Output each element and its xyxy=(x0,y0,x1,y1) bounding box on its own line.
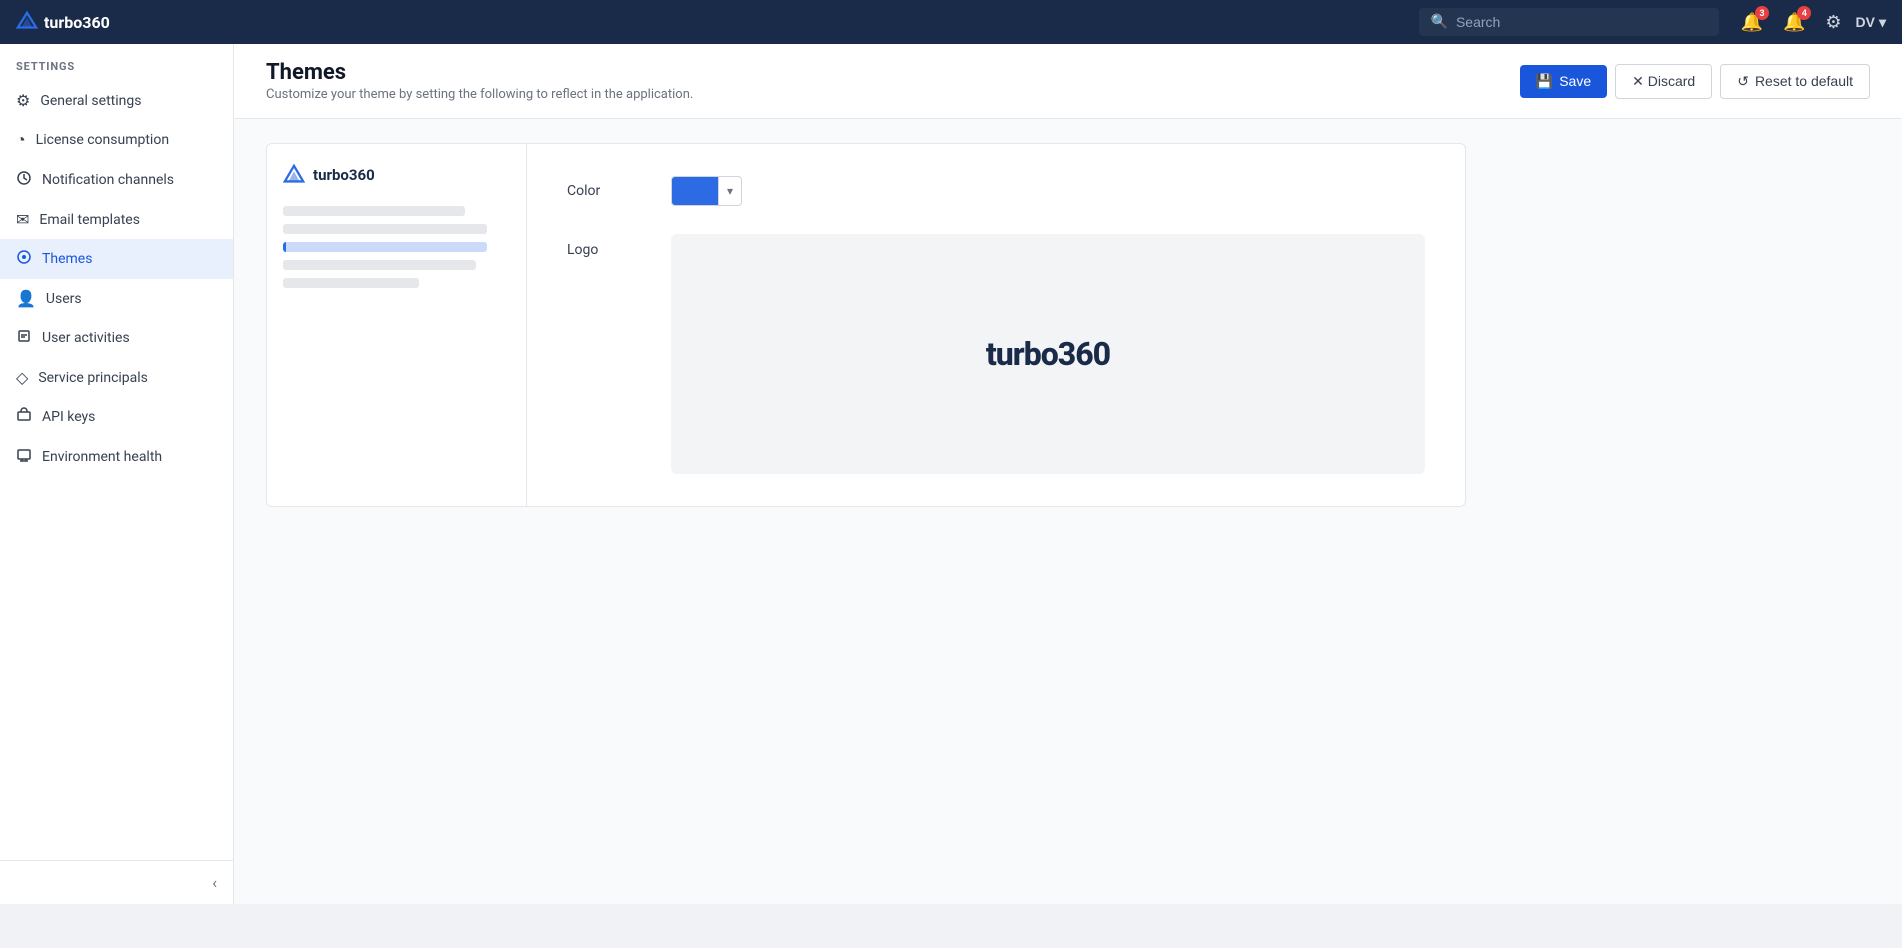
license-icon: ◔ xyxy=(16,130,26,150)
sidebar-item-label: Email templates xyxy=(39,212,140,228)
page-header: Themes Customize your theme by setting t… xyxy=(234,44,1902,119)
preview-logo-icon xyxy=(283,164,305,186)
preview-bar-4 xyxy=(283,278,419,288)
sidebar-item-label: Notification channels xyxy=(42,172,174,188)
preview-logo-row: turbo360 xyxy=(283,164,510,186)
color-label: Color xyxy=(567,183,647,199)
reset-icon: ↺ xyxy=(1737,73,1749,90)
alerts-badge: 4 xyxy=(1797,6,1811,20)
notifications-badge: 3 xyxy=(1755,6,1769,20)
theme-preview-panel: turbo360 xyxy=(267,144,527,506)
theme-settings-panel: Color ▾ Logo turbo360 xyxy=(527,144,1465,506)
user-menu-button[interactable]: DV ▾ xyxy=(1856,14,1886,31)
preview-bar-2 xyxy=(283,224,487,234)
sidebar-item-label: Themes xyxy=(42,251,92,267)
environment-health-icon xyxy=(16,447,32,467)
notification-channels-icon xyxy=(16,170,32,190)
user-activities-icon xyxy=(16,328,32,348)
themes-icon xyxy=(16,249,32,269)
logo-label: Logo xyxy=(567,234,647,258)
sidebar-item-label: License consumption xyxy=(36,132,169,148)
logo-preview-text: turbo360 xyxy=(986,335,1110,373)
main-content: Themes Customize your theme by setting t… xyxy=(234,44,1902,904)
sidebar-item-user-activities[interactable]: User activities xyxy=(0,318,233,358)
discard-button[interactable]: ✕ Discard xyxy=(1615,64,1712,99)
discard-label: ✕ Discard xyxy=(1632,73,1695,90)
sidebar-collapse-button[interactable]: ‹ xyxy=(0,860,233,904)
color-dropdown-button[interactable]: ▾ xyxy=(719,176,742,206)
header-actions: 💾 Save ✕ Discard ↺ Reset to default xyxy=(1520,64,1870,99)
page-header-text: Themes Customize your theme by setting t… xyxy=(266,60,693,102)
topnav: turbo360 🔍 🔔 3 🔔 4 ⚙ DV ▾ xyxy=(0,0,1902,44)
reset-button[interactable]: ↺ Reset to default xyxy=(1720,64,1870,99)
preview-brand-name: turbo360 xyxy=(313,166,375,184)
save-label: Save xyxy=(1559,73,1591,89)
brand-logo: turbo360 xyxy=(16,11,110,33)
email-templates-icon: ✉ xyxy=(16,210,29,229)
sidebar-item-api-keys[interactable]: API keys xyxy=(0,397,233,437)
logo-upload-area[interactable]: turbo360 xyxy=(671,234,1425,474)
logo-field-row: Logo turbo360 xyxy=(567,234,1425,474)
sidebar-item-environment-health[interactable]: Environment health xyxy=(0,437,233,477)
save-icon: 💾 xyxy=(1536,73,1553,90)
search-icon: 🔍 xyxy=(1431,14,1448,30)
color-swatch[interactable] xyxy=(671,176,719,206)
save-button[interactable]: 💾 Save xyxy=(1520,65,1607,98)
notifications-button[interactable]: 🔔 3 xyxy=(1735,6,1769,39)
alerts-button[interactable]: 🔔 4 xyxy=(1777,6,1811,39)
search-box: 🔍 xyxy=(1419,8,1719,36)
sidebar-item-general-settings[interactable]: ⚙ General settings xyxy=(0,81,233,120)
sidebar: SETTINGS ⚙ General settings ◔ License co… xyxy=(0,44,234,904)
color-picker[interactable]: ▾ xyxy=(671,176,742,206)
users-icon: 👤 xyxy=(16,289,36,308)
sidebar-item-label: Users xyxy=(46,291,82,307)
brand-name: turbo360 xyxy=(44,13,110,32)
sidebar-item-license-consumption[interactable]: ◔ License consumption xyxy=(0,120,233,160)
sidebar-item-label: User activities xyxy=(42,330,130,346)
user-initials: DV xyxy=(1856,14,1875,30)
preview-bar-1 xyxy=(283,206,465,216)
topnav-actions: 🔔 3 🔔 4 ⚙ DV ▾ xyxy=(1735,6,1886,39)
sidebar-item-label: Environment health xyxy=(42,449,162,465)
sidebar-item-service-principals[interactable]: ◇ Service principals xyxy=(0,358,233,397)
preview-bar-3 xyxy=(283,260,476,270)
brand-icon xyxy=(16,11,38,33)
themes-content: turbo360 Color xyxy=(234,119,1902,531)
sidebar-item-label: API keys xyxy=(42,409,95,425)
page-subtitle: Customize your theme by setting the foll… xyxy=(266,87,693,102)
reset-label: Reset to default xyxy=(1755,73,1853,89)
collapse-icon: ‹ xyxy=(212,873,217,892)
sidebar-item-label: General settings xyxy=(40,93,141,109)
service-principals-icon: ◇ xyxy=(16,368,28,387)
api-keys-icon xyxy=(16,407,32,427)
preview-bars xyxy=(283,206,510,288)
settings-button[interactable]: ⚙ xyxy=(1819,6,1847,39)
sidebar-item-label: Service principals xyxy=(38,370,148,386)
page-title: Themes xyxy=(266,60,693,85)
sidebar-item-email-templates[interactable]: ✉ Email templates xyxy=(0,200,233,239)
preview-bar-active xyxy=(283,242,487,252)
general-settings-icon: ⚙ xyxy=(16,91,30,110)
search-input[interactable] xyxy=(1456,14,1707,30)
sidebar-item-users[interactable]: 👤 Users xyxy=(0,279,233,318)
user-chevron: ▾ xyxy=(1879,14,1886,31)
sidebar-item-notification-channels[interactable]: Notification channels xyxy=(0,160,233,200)
sidebar-item-themes[interactable]: Themes xyxy=(0,239,233,279)
themes-card: turbo360 Color xyxy=(266,143,1466,507)
color-field-row: Color ▾ xyxy=(567,176,1425,206)
sidebar-section-label: SETTINGS xyxy=(0,44,233,81)
layout: SETTINGS ⚙ General settings ◔ License co… xyxy=(0,44,1902,904)
